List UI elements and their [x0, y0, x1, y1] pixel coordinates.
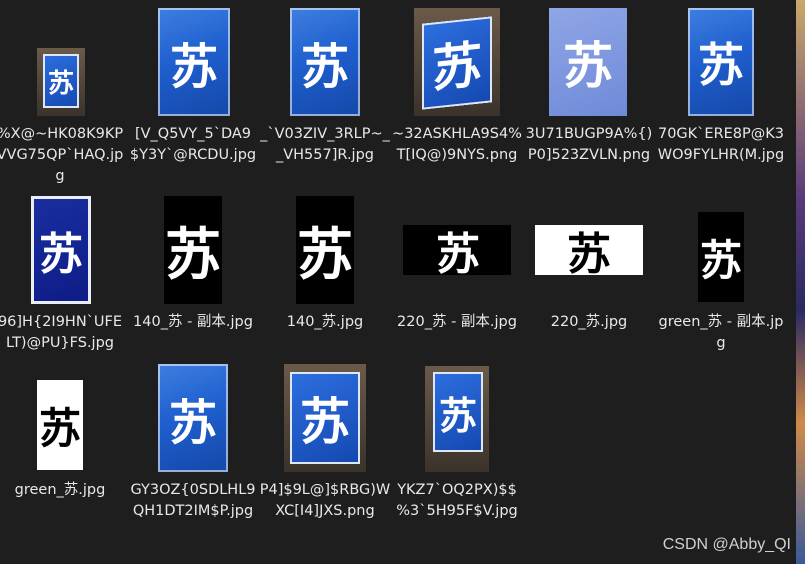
file-item[interactable]: 苏 green_苏 - 副本.jpg [655, 188, 787, 351]
file-name: 70GK`ERE8P@K3WO9FYLHR(M.jpg [657, 126, 785, 163]
file-name: 140_苏 - 副本.jpg [133, 314, 253, 330]
sign-photo-thumbnail: 苏 [425, 366, 489, 472]
file-name: P4]$9L@]$RBG)WXC[I4]JXS.png [259, 482, 391, 519]
file-name: 96]H{2I9HN`UFELT)@PU}FS.jpg [0, 314, 123, 351]
file-name: GY3OZ{0SDLHL9QH1DT2IM$P.jpg [130, 482, 256, 519]
file-thumbnail: 苏 [127, 0, 259, 120]
file-thumbnail: 苏 [391, 0, 523, 120]
file-item[interactable]: 苏 220_苏.jpg [523, 188, 655, 330]
file-thumbnail: 苏 [0, 0, 126, 120]
file-thumbnail: 苏 [0, 188, 126, 308]
file-item[interactable]: 苏 70GK`ERE8P@K3WO9FYLHR(M.jpg [655, 0, 787, 163]
file-thumbnail: 苏 [523, 0, 655, 120]
file-name: 3U71BUGP9A%{)P0]523ZVLN.png [525, 126, 653, 163]
file-thumbnail: 苏 [391, 356, 523, 476]
file-name: %X@~HK08K9KPVVG75QP`HAQ.jpg [0, 126, 124, 184]
file-thumbnail: 苏 [523, 188, 655, 308]
file-thumbnail: 苏 [655, 0, 787, 120]
file-thumbnail: 苏 [655, 188, 787, 308]
file-thumbnail: 苏 [391, 188, 523, 308]
file-thumbnail: 苏 [259, 188, 391, 308]
file-item[interactable]: 苏 220_苏 - 副本.jpg [391, 188, 523, 330]
file-item[interactable]: 苏 140_苏.jpg [259, 188, 391, 330]
file-thumbnail: 苏 [0, 356, 126, 476]
watermark: CSDN @Abby_QI [662, 536, 791, 553]
file-item[interactable]: 苏 140_苏 - 副本.jpg [127, 188, 259, 330]
file-thumbnail: 苏 [259, 356, 391, 476]
file-thumbnail: 苏 [259, 0, 391, 120]
file-item[interactable]: 苏 96]H{2I9HN`UFELT)@PU}FS.jpg [0, 188, 126, 351]
file-item[interactable]: 苏 %X@~HK08K9KPVVG75QP`HAQ.jpg [0, 0, 126, 184]
file-name: green_苏.jpg [14, 482, 106, 498]
file-name: [V_Q5VY_5`DA9$Y3Y`@RCDU.jpg [129, 126, 257, 163]
file-name: _`V03ZIV_3RLP~__VH557]R.jpg [260, 126, 390, 163]
sign-photo-thumbnail: 苏 [414, 8, 500, 116]
file-name: YKZ7`OQ2PX)$$%3`5H95F$V.jpg [396, 482, 518, 519]
file-thumbnail: 苏 [127, 188, 259, 308]
file-name: 140_苏.jpg [286, 314, 364, 330]
file-item[interactable]: 苏 _`V03ZIV_3RLP~__VH557]R.jpg [259, 0, 391, 163]
file-item[interactable]: 苏 YKZ7`OQ2PX)$$%3`5H95F$V.jpg [391, 356, 523, 519]
file-thumbnail: 苏 [127, 356, 259, 476]
sign-photo-thumbnail: 苏 [284, 364, 366, 472]
file-item[interactable]: 苏 ~32ASKHLA9S4%T[IQ@)9NYS.png [391, 0, 523, 163]
file-item[interactable]: 苏 3U71BUGP9A%{)P0]523ZVLN.png [523, 0, 655, 163]
file-name: 220_苏.jpg [550, 314, 628, 330]
file-item[interactable]: 苏 P4]$9L@]$RBG)WXC[I4]JXS.png [259, 356, 391, 519]
file-name: 220_苏 - 副本.jpg [397, 314, 517, 330]
file-name: green_苏 - 副本.jpg [658, 314, 784, 351]
file-item[interactable]: 苏 green_苏.jpg [0, 356, 126, 498]
desktop-edge-strip [796, 0, 805, 564]
file-item[interactable]: 苏 GY3OZ{0SDLHL9QH1DT2IM$P.jpg [127, 356, 259, 519]
sign-photo-thumbnail: 苏 [37, 48, 85, 116]
file-item[interactable]: 苏 [V_Q5VY_5`DA9$Y3Y`@RCDU.jpg [127, 0, 259, 163]
file-name: ~32ASKHLA9S4%T[IQ@)9NYS.png [392, 126, 522, 163]
